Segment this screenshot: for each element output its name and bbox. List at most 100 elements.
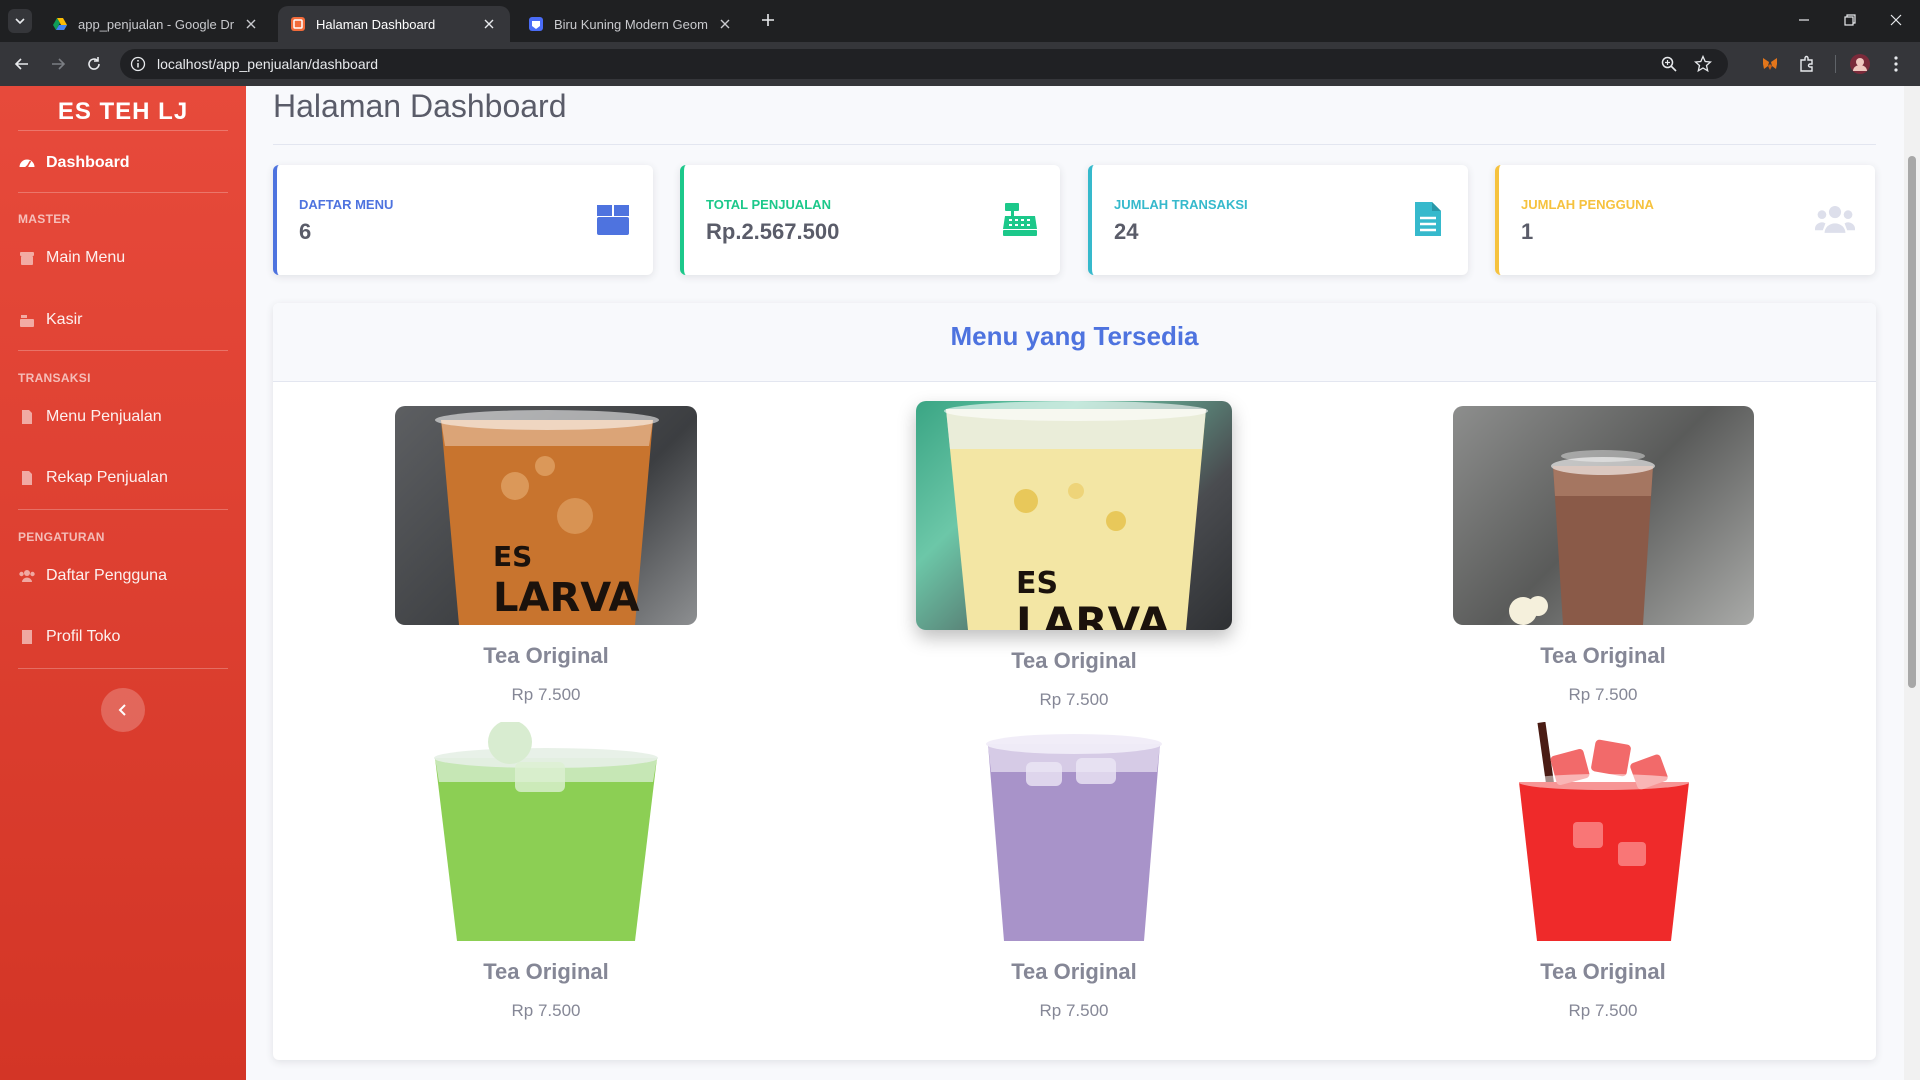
tab-title: app_penjualan - Google Drive — [78, 16, 234, 32]
google-drive-icon — [52, 16, 68, 32]
sidebar-heading-pengaturan: PENGATURAN — [18, 530, 105, 544]
page-title: Halaman Dashboard — [273, 88, 567, 124]
svg-text:LARVA: LARVA — [493, 575, 639, 621]
browser-tab-drive[interactable]: app_penjualan - Google Drive — [40, 6, 272, 42]
metamask-extension-icon[interactable] — [1758, 52, 1782, 76]
sidebar-item-profil-toko[interactable]: Profil Toko — [18, 622, 228, 652]
sidebar-item-dashboard[interactable]: Dashboard — [18, 148, 228, 178]
menu-item[interactable]: ES LARVA Tea Original Rp 7.500 — [386, 406, 706, 705]
menu-item[interactable]: Tea Original Rp 7.500 — [1443, 722, 1763, 1021]
browser-tab-strip: app_penjualan - Google Drive Halaman Das… — [0, 0, 1920, 42]
drink-image — [1452, 722, 1754, 941]
page-scrollbar-thumb[interactable] — [1908, 156, 1916, 688]
menu-item-name: Tea Original — [1011, 648, 1137, 673]
extensions-puzzle-icon[interactable] — [1795, 52, 1819, 76]
sidebar-divider — [18, 668, 228, 669]
sidebar-heading-master: MASTER — [18, 212, 71, 226]
sidebar-item-menu-penjualan[interactable]: Menu Penjualan — [18, 402, 228, 432]
restore-icon — [1844, 14, 1856, 26]
drink-image — [1452, 406, 1754, 625]
menu-item[interactable]: Tea Original Rp 7.500 — [1443, 406, 1763, 705]
new-tab-button[interactable] — [758, 10, 778, 30]
minimize-button[interactable] — [1784, 8, 1824, 32]
menu-item-name: Tea Original — [483, 959, 609, 984]
stat-value: 24 — [1114, 219, 1139, 244]
arrow-right-icon — [52, 58, 66, 70]
stat-label: JUMLAH PENGGUNA — [1521, 197, 1654, 212]
sidebar-item-rekap-penjualan[interactable]: Rekap Penjualan — [18, 463, 228, 493]
sidebar-item-label: Rekap Penjualan — [46, 469, 168, 486]
browser-menu-button[interactable] — [1884, 52, 1908, 76]
site-info-icon[interactable] — [130, 56, 146, 72]
menu-card: Menu yang Tersedia ES LARVA Tea Original… — [273, 303, 1876, 1060]
menu-item[interactable]: Tea Original Rp 7.500 — [386, 722, 706, 1021]
building-icon — [18, 628, 36, 646]
drink-image: ES LARVA — [916, 401, 1232, 630]
drink-image — [395, 722, 697, 941]
sidebar-item-kasir[interactable]: Kasir — [18, 305, 228, 335]
stat-value: 6 — [299, 219, 312, 244]
reload-icon — [88, 57, 100, 70]
menu-item-price: Rp 7.500 — [1039, 690, 1109, 709]
menu-item-price: Rp 7.500 — [1568, 1001, 1638, 1020]
stat-card-jumlah-pengguna: JUMLAH PENGGUNA 1 — [1495, 165, 1875, 275]
close-icon[interactable] — [242, 15, 260, 33]
tachometer-icon — [18, 154, 36, 172]
stat-label: TOTAL PENJUALAN — [706, 197, 831, 212]
box-icon — [593, 199, 633, 239]
close-window-button[interactable] — [1876, 8, 1916, 32]
svg-text:ES: ES — [1016, 566, 1058, 601]
browser-tab-dashboard[interactable]: Halaman Dashboard — [278, 6, 510, 42]
sidebar-item-label: Main Menu — [46, 249, 126, 266]
sidebar-item-main-menu[interactable]: Main Menu — [18, 243, 228, 273]
menu-item-price: Rp 7.500 — [511, 685, 581, 704]
sidebar-divider — [18, 130, 228, 131]
menu-item-price: Rp 7.500 — [1039, 1001, 1109, 1020]
close-icon — [1890, 14, 1902, 26]
browser-tab-canva[interactable]: Biru Kuning Modern Geometris — [516, 6, 746, 42]
tab-title: Biru Kuning Modern Geometris — [554, 16, 708, 32]
drink-image — [916, 722, 1232, 941]
drink-image: ES LARVA — [395, 406, 697, 625]
svg-text:ES: ES — [493, 540, 532, 573]
reload-button[interactable] — [82, 52, 106, 76]
sidebar-item-daftar-pengguna[interactable]: Daftar Pengguna — [18, 561, 228, 591]
bookmark-star-icon[interactable] — [1693, 54, 1713, 73]
stat-card-jumlah-transaksi: JUMLAH TRANSAKSI 24 — [1088, 165, 1468, 275]
menu-item-name: Tea Original — [1011, 959, 1137, 984]
forward-button[interactable] — [46, 52, 70, 76]
close-icon[interactable] — [480, 15, 498, 33]
url-text: localhost/app_penjualan/dashboard — [157, 56, 379, 72]
menu-item-name: Tea Original — [483, 643, 609, 668]
sidebar-divider — [18, 509, 228, 510]
stat-card-daftar-menu: DAFTAR MENU 6 — [273, 165, 653, 275]
back-button[interactable] — [10, 52, 34, 76]
sidebar: ES TEH LJ Dashboard MASTER Main Menu Kas… — [0, 86, 246, 1080]
cash-register-icon — [1000, 199, 1040, 239]
chevron-left-icon — [118, 704, 126, 716]
sidebar-item-label: Daftar Pengguna — [46, 567, 167, 584]
svg-text:LARVA: LARVA — [1016, 598, 1170, 630]
menu-item[interactable]: Tea Original Rp 7.500 — [914, 722, 1234, 1021]
stat-card-total-penjualan: TOTAL PENJUALAN Rp.2.567.500 — [680, 165, 1060, 275]
menu-item-name: Tea Original — [1540, 643, 1666, 668]
close-icon[interactable] — [716, 15, 734, 33]
tab-search-button[interactable] — [8, 9, 32, 33]
menu-item[interactable]: ES LARVA Tea Original Rp 7.500 — [914, 401, 1234, 710]
archive-icon — [18, 249, 36, 267]
zoom-icon[interactable] — [1660, 55, 1678, 73]
sidebar-divider — [18, 350, 228, 351]
address-bar[interactable]: localhost/app_penjualan/dashboard — [120, 49, 1728, 79]
chevron-down-icon — [15, 18, 25, 25]
file-alt-icon — [1408, 199, 1448, 239]
menu-card-title: Menu yang Tersedia — [950, 321, 1199, 351]
app-favicon-icon — [290, 16, 306, 32]
restore-button[interactable] — [1830, 8, 1870, 32]
menu-item-price: Rp 7.500 — [511, 1001, 581, 1020]
profile-avatar[interactable] — [1848, 52, 1872, 76]
canva-icon — [528, 16, 544, 32]
sidebar-brand[interactable]: ES TEH LJ — [0, 98, 246, 126]
sidebar-heading-transaksi: TRANSAKSI — [18, 371, 91, 385]
sidebar-toggle-button[interactable] — [101, 688, 145, 732]
stat-value: Rp.2.567.500 — [706, 219, 840, 244]
